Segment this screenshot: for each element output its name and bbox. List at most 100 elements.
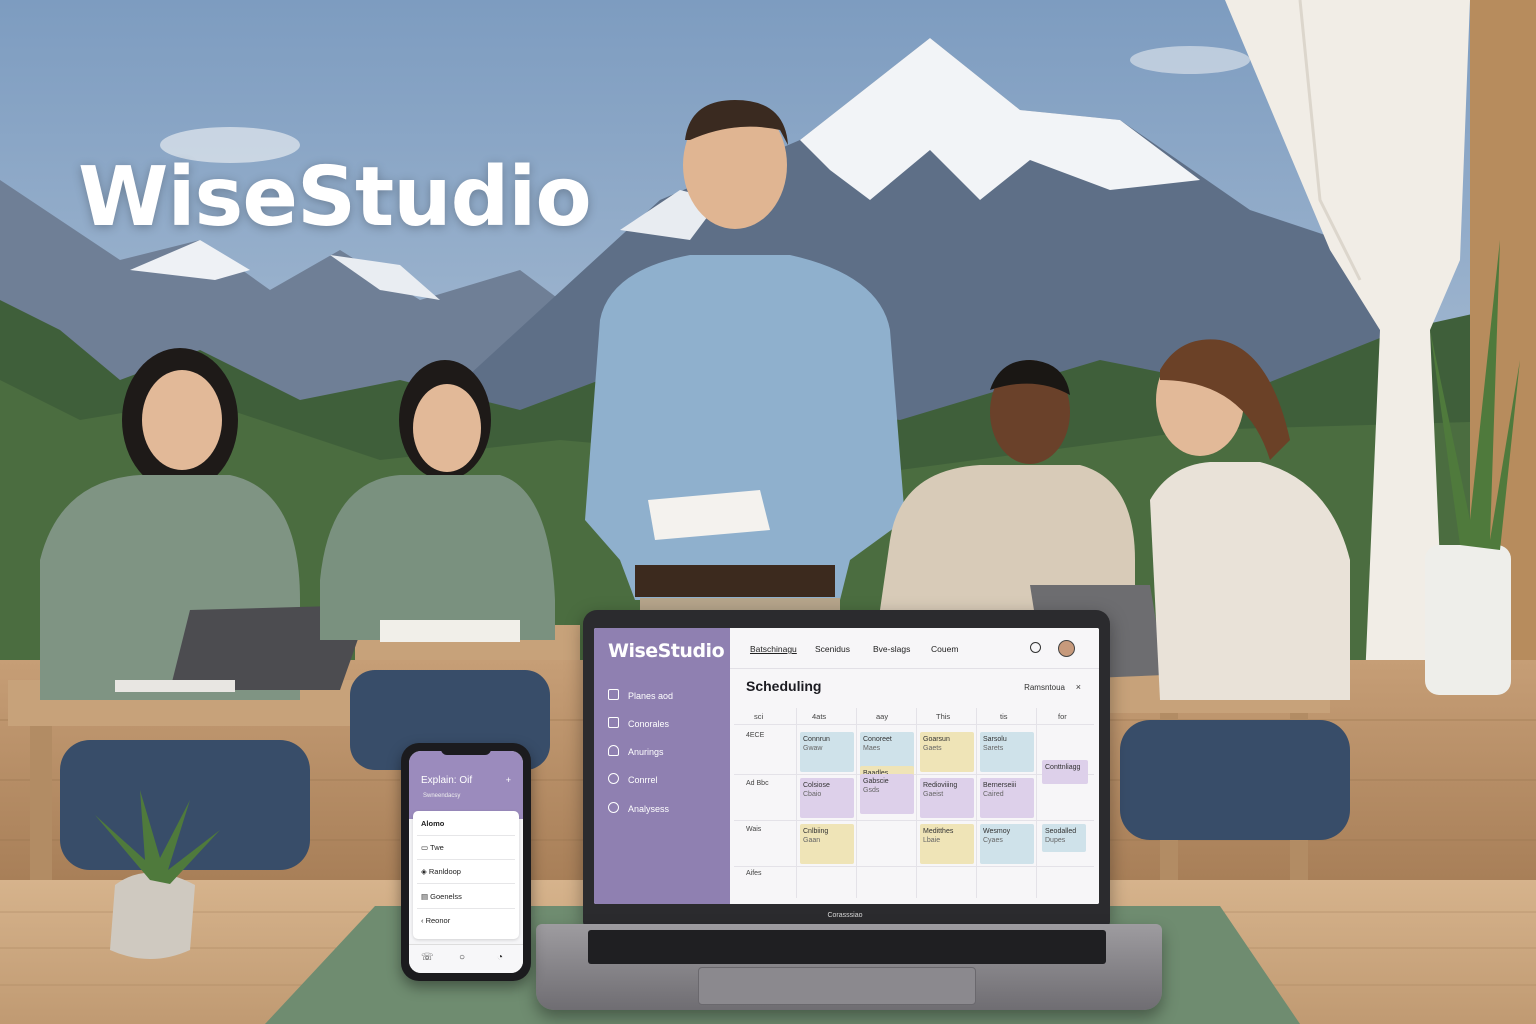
settings-icon[interactable]: ◔ (497, 952, 503, 963)
tab-batschinagu[interactable]: Batschinagu (750, 644, 797, 654)
event-detail: Gaan (803, 837, 821, 844)
phone-title: Explain: Oif (421, 775, 473, 786)
event-title: Gabscie (863, 778, 889, 785)
phone-call-icon[interactable]: ☏ (421, 952, 434, 963)
add-icon[interactable]: + (506, 775, 511, 785)
schedule-event[interactable]: Conttnliagg (1042, 760, 1088, 784)
document-icon: ▤ (421, 892, 431, 901)
page-title: Scheduling (746, 678, 822, 694)
sidebar-item-conrrel[interactable]: Conrrel (608, 773, 658, 787)
app-logo: WiseStudio (608, 640, 725, 662)
column-header: 4ats (812, 712, 827, 721)
calendar-icon (608, 689, 619, 700)
schedule-event[interactable]: Colsiose Cbaio (800, 778, 854, 818)
row-header: 4ECE (746, 732, 765, 739)
schedule-event[interactable]: Gabscie Gsds (860, 774, 914, 814)
sidebar-item-planes[interactable]: Planes aod (608, 689, 673, 703)
event-title: Goarsun (923, 736, 950, 743)
event-title: Bernerseiii (983, 782, 1017, 789)
list-item[interactable]: ‹ Reonor (421, 916, 450, 925)
column-header: for (1058, 712, 1067, 721)
event-detail: Gsds (863, 787, 880, 794)
event-detail: Maes (863, 745, 881, 752)
event-title: Connrun (803, 736, 830, 743)
event-detail: Sarets (983, 745, 1004, 752)
folder-icon: ▭ (421, 843, 431, 852)
row-header: Ad Bbc (746, 780, 769, 787)
schedule-event[interactable]: Meditthes Lbaie (920, 824, 974, 864)
phone-header: Explain: Oif + Swneendacsy (409, 751, 523, 819)
schedule-event[interactable]: Sarsolu Sarets (980, 732, 1034, 772)
phone-subtitle: Swneendacsy (423, 793, 461, 799)
schedule-filter[interactable]: Ramsntoua (1024, 683, 1065, 692)
event-detail: Gaeist (923, 791, 944, 798)
sidebar-item-analysess[interactable]: Analysess (608, 802, 669, 816)
sidebar-item-conorales[interactable]: Conorales (608, 717, 669, 731)
sidebar-item-label: Conorales (628, 719, 670, 729)
avatar[interactable] (1058, 640, 1075, 657)
app-sidebar: WiseStudio Planes aod Conorales Anurings… (594, 628, 730, 904)
event-detail: Dupes (1045, 837, 1066, 844)
schedule-event[interactable]: Redioviiing Gaeist (920, 778, 974, 818)
event-title: Conttnliagg (1045, 764, 1081, 771)
tab-scenidus[interactable]: Scenidus (815, 644, 850, 654)
column-header: tis (1000, 712, 1008, 721)
event-title: Redioviiing (923, 782, 958, 789)
event-title: Colsiose (803, 782, 830, 789)
event-title: Sarsolu (983, 736, 1007, 743)
search-icon[interactable]: ○ (459, 952, 465, 963)
event-title: Meditthes (923, 828, 954, 835)
event-detail: Lbaie (923, 837, 941, 844)
top-tabs: Batschinagu Scenidus Bve-slags Couem (730, 628, 1099, 669)
shield-icon: ◈ (421, 867, 429, 876)
column-header: This (936, 712, 951, 721)
app-main: Batschinagu Scenidus Bve-slags Couem Sch… (730, 628, 1099, 904)
row-header: Aifes (746, 870, 762, 877)
tab-bve-slags[interactable]: Bve-slags (873, 644, 910, 654)
list-item[interactable]: ◈ Ranldoop (421, 867, 461, 876)
keyboard (588, 930, 1106, 964)
schedule-event[interactable]: Wesmoy Cyaes (980, 824, 1034, 864)
event-title: Conoreet (863, 736, 892, 743)
laptop-model-label: Corasssiao (827, 912, 863, 919)
sidebar-item-label: Anurings (628, 747, 664, 757)
user-icon (608, 773, 619, 784)
brand-title: WiseStudio (78, 150, 592, 245)
sidebar-item-label: Planes aod (628, 691, 674, 701)
phone-notch (441, 747, 491, 755)
grid-icon (608, 717, 619, 728)
schedule-event[interactable]: Seodalled Dupes (1042, 824, 1086, 852)
sidebar-item-label: Analysess (628, 804, 670, 814)
event-detail: Cyaes (983, 837, 1003, 844)
list-item[interactable]: ▭ Twe (421, 843, 444, 852)
event-title: Wesmoy (983, 828, 1011, 835)
phone-menu-card: Alomo ▭ Twe ◈ Ranldoop ▤ Goenelss ‹ Reon… (413, 811, 519, 939)
trackpad (698, 967, 976, 1005)
event-detail: Gwaw (803, 745, 823, 752)
phone-card-header: Alomo (421, 819, 445, 828)
column-header: aay (876, 712, 889, 721)
sidebar-item-label: Conrrel (628, 775, 658, 785)
phone-screen: Explain: Oif + Swneendacsy Alomo ▭ Twe ◈… (409, 751, 523, 973)
event-detail: Cbaio (803, 791, 822, 798)
event-title: Seodalled (1045, 828, 1077, 835)
search-icon[interactable] (1030, 642, 1041, 653)
phone-bottom-nav: ☏ ○ ◔ (409, 944, 523, 973)
schedule-event[interactable]: Cnlbiing Gaan (800, 824, 854, 864)
event-title: Cnlbiing (803, 828, 829, 835)
event-detail: Caired (983, 791, 1004, 798)
tab-couem[interactable]: Couem (931, 644, 958, 654)
sidebar-item-anurings[interactable]: Anurings (608, 745, 664, 759)
row-header: Wais (746, 826, 762, 833)
event-detail: Gaets (923, 745, 942, 752)
list-item[interactable]: ▤ Goenelss (421, 892, 462, 901)
close-icon[interactable]: × (1076, 682, 1081, 692)
bell-icon (608, 745, 619, 756)
schedule-event[interactable]: Bernerseiii Caired (980, 778, 1034, 818)
schedule-event[interactable]: Goarsun Gaets (920, 732, 974, 772)
column-header: sci (754, 712, 764, 721)
schedule-event[interactable]: Connrun Gwaw (800, 732, 854, 772)
laptop-screen: WiseStudio Planes aod Conorales Anurings… (594, 628, 1099, 904)
schedule-grid: sci 4ats aay This tis for 4ECE Ad Bbc Wa… (734, 708, 1094, 898)
chart-icon (608, 802, 619, 813)
